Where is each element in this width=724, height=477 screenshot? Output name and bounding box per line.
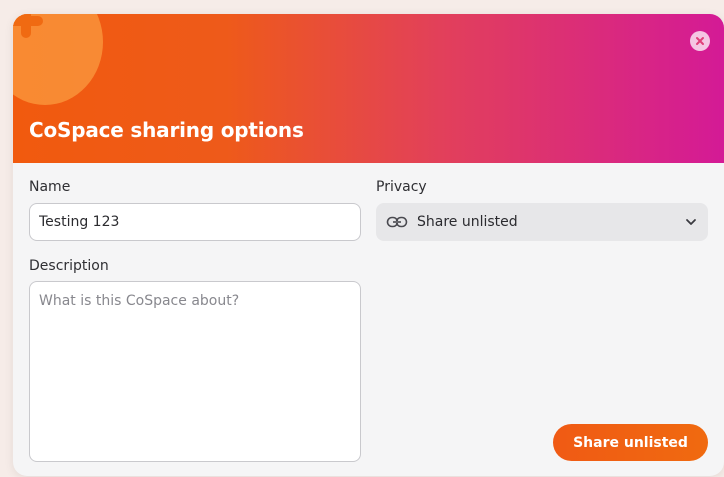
- close-button[interactable]: [690, 31, 710, 51]
- description-label: Description: [29, 258, 109, 274]
- link-icon: [386, 216, 408, 228]
- name-input[interactable]: [29, 203, 361, 241]
- plus-badge: [13, 14, 103, 105]
- plus-icon: [13, 14, 43, 38]
- close-icon: [696, 37, 704, 45]
- dialog-title: CoSpace sharing options: [29, 118, 304, 142]
- privacy-label: Privacy: [376, 179, 427, 195]
- privacy-select-value: Share unlisted: [417, 214, 518, 230]
- description-textarea[interactable]: [29, 281, 361, 462]
- dialog-header: CoSpace sharing options: [13, 14, 724, 163]
- sharing-options-dialog: CoSpace sharing options Name Description…: [13, 14, 724, 476]
- chevron-down-icon: [686, 219, 696, 225]
- name-label: Name: [29, 179, 71, 195]
- share-unlisted-button[interactable]: Share unlisted: [553, 424, 708, 461]
- privacy-select[interactable]: Share unlisted: [376, 203, 708, 241]
